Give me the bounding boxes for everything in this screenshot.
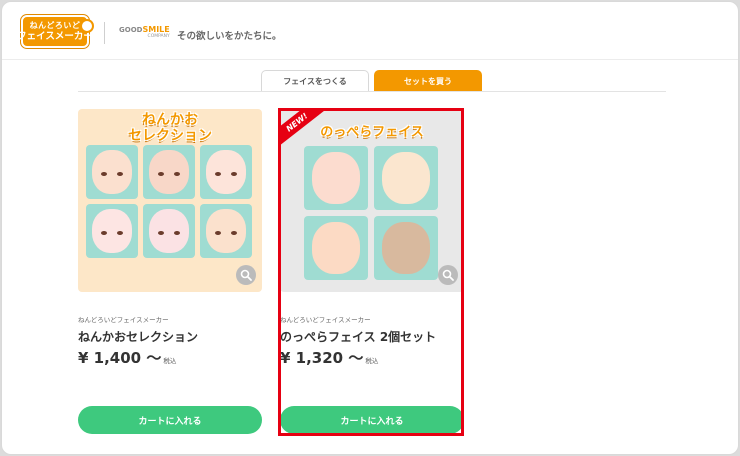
product-card-noppera: のっぺらフェイス NEW! ねんどろいどフェイスメーカー のっぺらフェイス 2個… — [280, 109, 464, 434]
face-shape — [149, 209, 189, 253]
product-card-nenkao: ねんかお セレクション ねんどろいどフェイスメーカー ねんかおセレクション ¥ … — [78, 109, 262, 434]
product-maker: ねんどろいどフェイスメーカー — [78, 316, 169, 324]
magnifier-icon[interactable] — [438, 265, 458, 285]
face-eye — [158, 172, 164, 176]
face-eye — [158, 231, 164, 235]
face-shape — [206, 150, 246, 194]
face-thumbnail — [200, 145, 252, 199]
face-eye — [174, 231, 180, 235]
face-shape — [92, 209, 132, 253]
face-thumbnail — [374, 216, 438, 280]
face-shape — [149, 150, 189, 194]
price-value: ¥ 1,400 〜 — [78, 349, 162, 367]
brand-prefix: GOOD — [119, 26, 143, 34]
face-eye — [231, 231, 237, 235]
face-thumbnail — [143, 204, 195, 258]
face-thumbnail — [374, 146, 438, 210]
product-price: ¥ 1,320 〜税込 — [280, 347, 378, 368]
add-to-cart-button[interactable]: カートに入れる — [78, 406, 262, 434]
face-shape — [312, 152, 360, 204]
product-price: ¥ 1,400 〜税込 — [78, 347, 176, 368]
face-eye — [231, 172, 237, 176]
tab-buy-set[interactable]: セットを買う — [374, 70, 482, 92]
product-image[interactable]: ねんかお セレクション — [78, 109, 262, 292]
image-title-line1: ねんかお — [142, 112, 198, 128]
face-thumbnail — [200, 204, 252, 258]
tabs-underline — [78, 91, 666, 92]
image-title-line2: セレクション — [128, 128, 212, 144]
tab-create-face[interactable]: フェイスをつくる — [261, 70, 369, 92]
site-logo[interactable]: ねんどろいど フェイスメーカー — [17, 15, 94, 48]
face-eye — [101, 172, 107, 176]
face-shape — [206, 209, 246, 253]
image-title: ねんかお セレクション — [78, 112, 262, 144]
face-thumbnail — [143, 145, 195, 199]
face-grid — [304, 146, 438, 280]
face-shape — [382, 222, 430, 274]
logo-line1: ねんどろいど — [29, 20, 81, 30]
tax-label: 税込 — [163, 357, 177, 365]
tax-label: 税込 — [365, 357, 379, 365]
logo-line2: フェイスメーカー — [17, 30, 93, 42]
brand-logo: GOODSMILE COMPANY — [119, 26, 170, 40]
add-to-cart-button[interactable]: カートに入れる — [280, 406, 464, 434]
face-eye — [174, 172, 180, 176]
brand-sub: COMPANY — [147, 34, 170, 39]
face-shape — [382, 152, 430, 204]
face-grid — [86, 145, 252, 258]
face-shape — [312, 222, 360, 274]
face-thumbnail — [86, 204, 138, 258]
face-thumbnail — [304, 216, 368, 280]
product-name[interactable]: のっぺらフェイス 2個セット — [280, 328, 436, 345]
magnifier-icon[interactable] — [236, 265, 256, 285]
tagline: その欲しいをかたちに。 — [177, 31, 282, 42]
face-eye — [215, 172, 221, 176]
product-image[interactable]: のっぺらフェイス NEW! — [280, 109, 464, 292]
header-divider — [104, 22, 105, 44]
face-shape — [92, 150, 132, 194]
face-thumbnail — [86, 145, 138, 199]
face-eye — [101, 231, 107, 235]
face-eye — [117, 172, 123, 176]
product-maker: ねんどろいどフェイスメーカー — [280, 316, 371, 324]
site-header: ねんどろいど フェイスメーカー GOODSMILE COMPANY その欲しいを… — [2, 2, 738, 60]
face-eye — [117, 231, 123, 235]
app-frame: ねんどろいど フェイスメーカー GOODSMILE COMPANY その欲しいを… — [1, 1, 739, 455]
price-value: ¥ 1,320 〜 — [280, 349, 364, 367]
logo-face-icon — [80, 19, 94, 33]
face-thumbnail — [304, 146, 368, 210]
brand-accent: SMILE — [142, 25, 170, 34]
product-name[interactable]: ねんかおセレクション — [78, 328, 198, 345]
image-title: のっぺらフェイス — [320, 125, 424, 140]
face-eye — [215, 231, 221, 235]
